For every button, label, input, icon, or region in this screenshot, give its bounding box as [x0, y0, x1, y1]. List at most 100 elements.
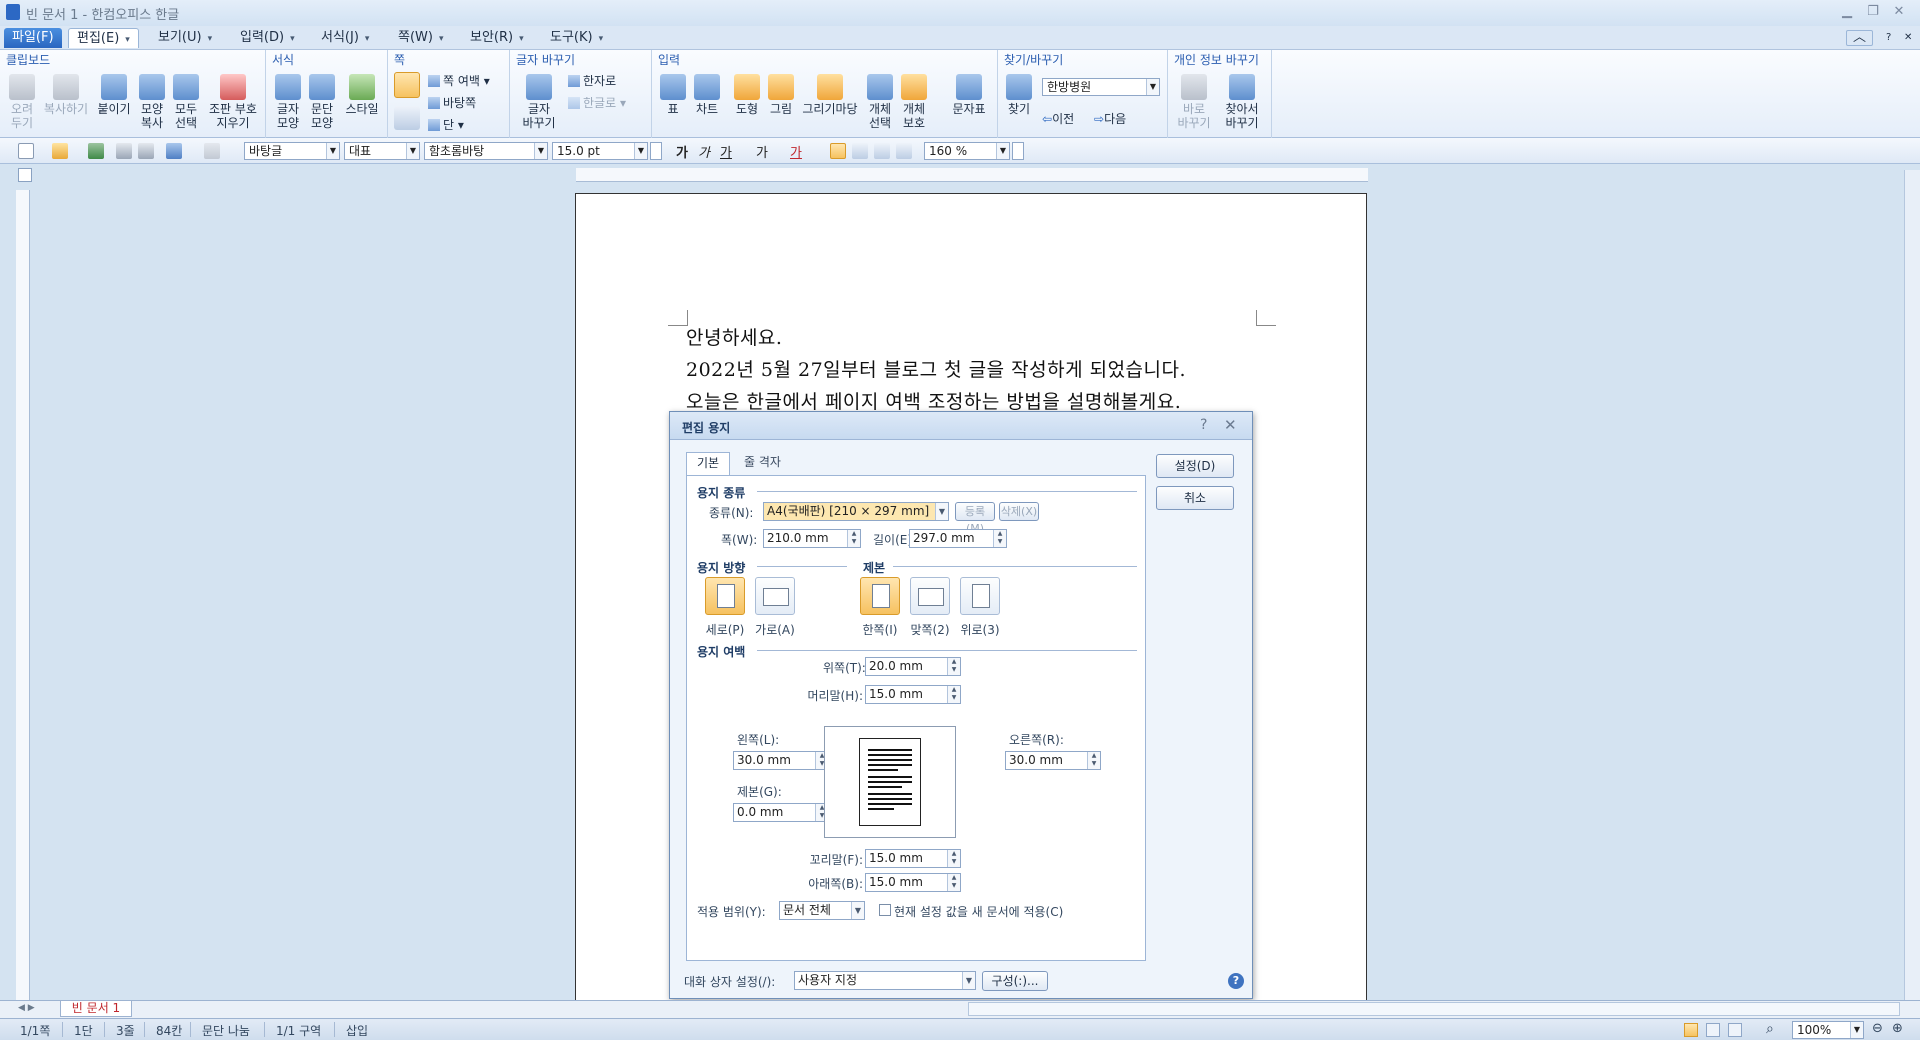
doc-line[interactable]: 오늘은 한글에서 페이지 여백 조정하는 방법을 설명해볼게요.: [686, 387, 1181, 414]
align-justify-icon[interactable]: [830, 143, 846, 159]
picture-button[interactable]: 그림: [764, 74, 798, 116]
redo-icon[interactable]: [204, 143, 220, 159]
sheet-tab[interactable]: 빈 문서 1: [60, 1001, 132, 1017]
dialog-settings-select[interactable]: 사용자 지정 ▼: [794, 971, 976, 990]
chevron-down-icon[interactable]: ▼: [634, 143, 647, 159]
height-input[interactable]: 297.0 mm ▲ ▼: [909, 529, 1007, 548]
horizontal-ruler[interactable]: [576, 168, 1368, 182]
spinner-icon[interactable]: ▲ ▼: [1087, 752, 1100, 769]
spinner-icon[interactable]: ▲ ▼: [947, 850, 960, 867]
paper-type-select[interactable]: A4(국배판) [210 × 297 mm] ▼: [763, 502, 949, 521]
tab-basic[interactable]: 기본: [686, 452, 731, 475]
gutter-margin-input[interactable]: 0.0 mm ▲ ▼: [733, 803, 829, 822]
table-button[interactable]: 표: [656, 74, 690, 116]
ok-button[interactable]: 설정(D): [1156, 454, 1234, 478]
doc-line[interactable]: 안녕하세요.: [686, 323, 782, 350]
italic-button[interactable]: 가: [698, 142, 710, 161]
page-setup-icon[interactable]: [394, 72, 420, 98]
spinner-icon[interactable]: ▲ ▼: [847, 530, 860, 547]
doc-close-icon[interactable]: ✕: [1896, 28, 1920, 48]
cancel-button[interactable]: 취소: [1156, 486, 1234, 510]
align-center-icon[interactable]: [874, 143, 890, 159]
find-prev-button[interactable]: ⇦이전: [1042, 110, 1074, 127]
paste-button[interactable]: 붙이기: [94, 74, 134, 116]
spinner-icon[interactable]: ▲ ▼: [993, 530, 1006, 547]
new-doc-icon[interactable]: [18, 143, 34, 159]
page-border-icon[interactable]: [394, 106, 420, 130]
menu-edit[interactable]: 편집(E) ▾: [68, 28, 139, 48]
status-mode[interactable]: 삽입: [346, 1022, 368, 1039]
chevron-down-icon[interactable]: ▼: [962, 972, 975, 989]
restore-button[interactable]: ❐: [1862, 4, 1884, 20]
format-copy-button[interactable]: 모양 복사: [136, 74, 168, 130]
font-combo[interactable]: 함초롬바탕 ▼: [424, 142, 548, 160]
zoom-combo[interactable]: 100% ▼: [1792, 1021, 1864, 1039]
chevron-down-icon[interactable]: ▼: [851, 902, 864, 919]
find-next-button[interactable]: ⇨다음: [1094, 110, 1126, 127]
replace-now-button[interactable]: 바로 바꾸기: [1174, 74, 1214, 130]
find-button[interactable]: 찾기: [1004, 74, 1034, 116]
doc-line[interactable]: 2022년 5월 27일부터 블로그 첫 글을 작성하게 되었습니다.: [686, 355, 1186, 382]
chevron-down-icon[interactable]: ▼: [935, 503, 948, 520]
clear-marks-button[interactable]: 조판 부호 지우기: [204, 74, 262, 130]
vertical-scrollbar[interactable]: [1904, 170, 1920, 1000]
chevron-down-icon[interactable]: ▼: [1146, 79, 1159, 95]
dialog-close-icon[interactable]: ✕: [1224, 416, 1237, 434]
bind-facing-option[interactable]: [910, 577, 950, 615]
find-replace-button[interactable]: 찾아서 바꾸기: [1220, 74, 1264, 130]
chevron-down-icon[interactable]: ▼: [996, 143, 1009, 159]
copy-button[interactable]: 복사하기: [40, 74, 92, 116]
preview-icon[interactable]: [138, 143, 154, 159]
footer-margin-input[interactable]: 15.0 mm ▲ ▼: [865, 849, 961, 868]
vertical-ruler[interactable]: [16, 190, 30, 1000]
width-input[interactable]: 210.0 mm ▲ ▼: [763, 529, 861, 548]
landscape-option[interactable]: [755, 577, 795, 615]
gallery-button[interactable]: 그리기마당: [798, 74, 862, 116]
font-size-spinner[interactable]: [650, 142, 662, 160]
menu-file[interactable]: 파일(F): [4, 28, 62, 48]
bind-top-option[interactable]: [960, 577, 1000, 615]
cut-button[interactable]: 오려 두기: [4, 74, 40, 130]
top-margin-input[interactable]: 20.0 mm ▲ ▼: [865, 657, 961, 676]
ruler-corner-button[interactable]: [18, 168, 32, 182]
question-icon[interactable]: ?: [1228, 973, 1244, 989]
menu-page[interactable]: 쪽(W) ▾: [390, 28, 452, 48]
find-combo[interactable]: 한방병원 ▼: [1042, 78, 1160, 96]
chevron-down-icon[interactable]: ▼: [406, 143, 419, 159]
dialog-help-icon[interactable]: ?: [1200, 417, 1207, 433]
apply-new-doc-checkbox[interactable]: [879, 904, 891, 916]
font-size-combo[interactable]: 15.0 pt ▼: [552, 142, 648, 160]
right-margin-input[interactable]: 30.0 mm ▲ ▼: [1005, 751, 1101, 770]
object-select-button[interactable]: 개체 선택: [864, 74, 896, 130]
align-left-icon[interactable]: [852, 143, 868, 159]
char-shape-button[interactable]: 글자 모양: [272, 74, 304, 130]
symbol-button[interactable]: 문자표: [948, 74, 990, 116]
menu-format[interactable]: 서식(J) ▾: [313, 28, 377, 48]
menu-security[interactable]: 보안(R) ▾: [462, 28, 532, 48]
outline-combo[interactable]: 대표 ▼: [344, 142, 420, 160]
close-button[interactable]: ✕: [1888, 4, 1910, 20]
apply-range-select[interactable]: 문서 전체 ▼: [779, 901, 865, 920]
ribbon-minimize-button[interactable]: ︿: [1846, 30, 1874, 46]
chevron-down-icon[interactable]: ▼: [1850, 1022, 1863, 1038]
margin-button[interactable]: 쪽 여백 ▾: [428, 72, 490, 89]
align-right-icon[interactable]: [896, 143, 912, 159]
spinner-icon[interactable]: ▲ ▼: [947, 658, 960, 675]
normal-view-icon[interactable]: [1684, 1023, 1698, 1037]
to-hanja-button[interactable]: 한자로: [568, 72, 616, 89]
minimize-button[interactable]: ▁: [1836, 4, 1858, 20]
delete-button[interactable]: 삭제(X): [999, 502, 1039, 521]
bold-button[interactable]: 가: [676, 142, 688, 161]
open-folder-icon[interactable]: [52, 143, 68, 159]
left-margin-input[interactable]: 30.0 mm ▲ ▼: [733, 751, 829, 770]
page-view-icon[interactable]: [1706, 1023, 1720, 1037]
menu-insert[interactable]: 입력(D) ▾: [232, 28, 303, 48]
background-page-button[interactable]: 바탕쪽: [428, 94, 476, 111]
font-color-button[interactable]: 가: [790, 142, 802, 161]
underline-button[interactable]: 가: [720, 142, 732, 161]
horizontal-scrollbar[interactable]: [968, 1002, 1900, 1016]
object-protect-button[interactable]: 개체 보호: [896, 74, 932, 130]
shape-button[interactable]: 도형: [730, 74, 764, 116]
to-hangul-button[interactable]: 한글로 ▾: [568, 94, 626, 111]
style-combo[interactable]: 바탕글 ▼: [244, 142, 340, 160]
